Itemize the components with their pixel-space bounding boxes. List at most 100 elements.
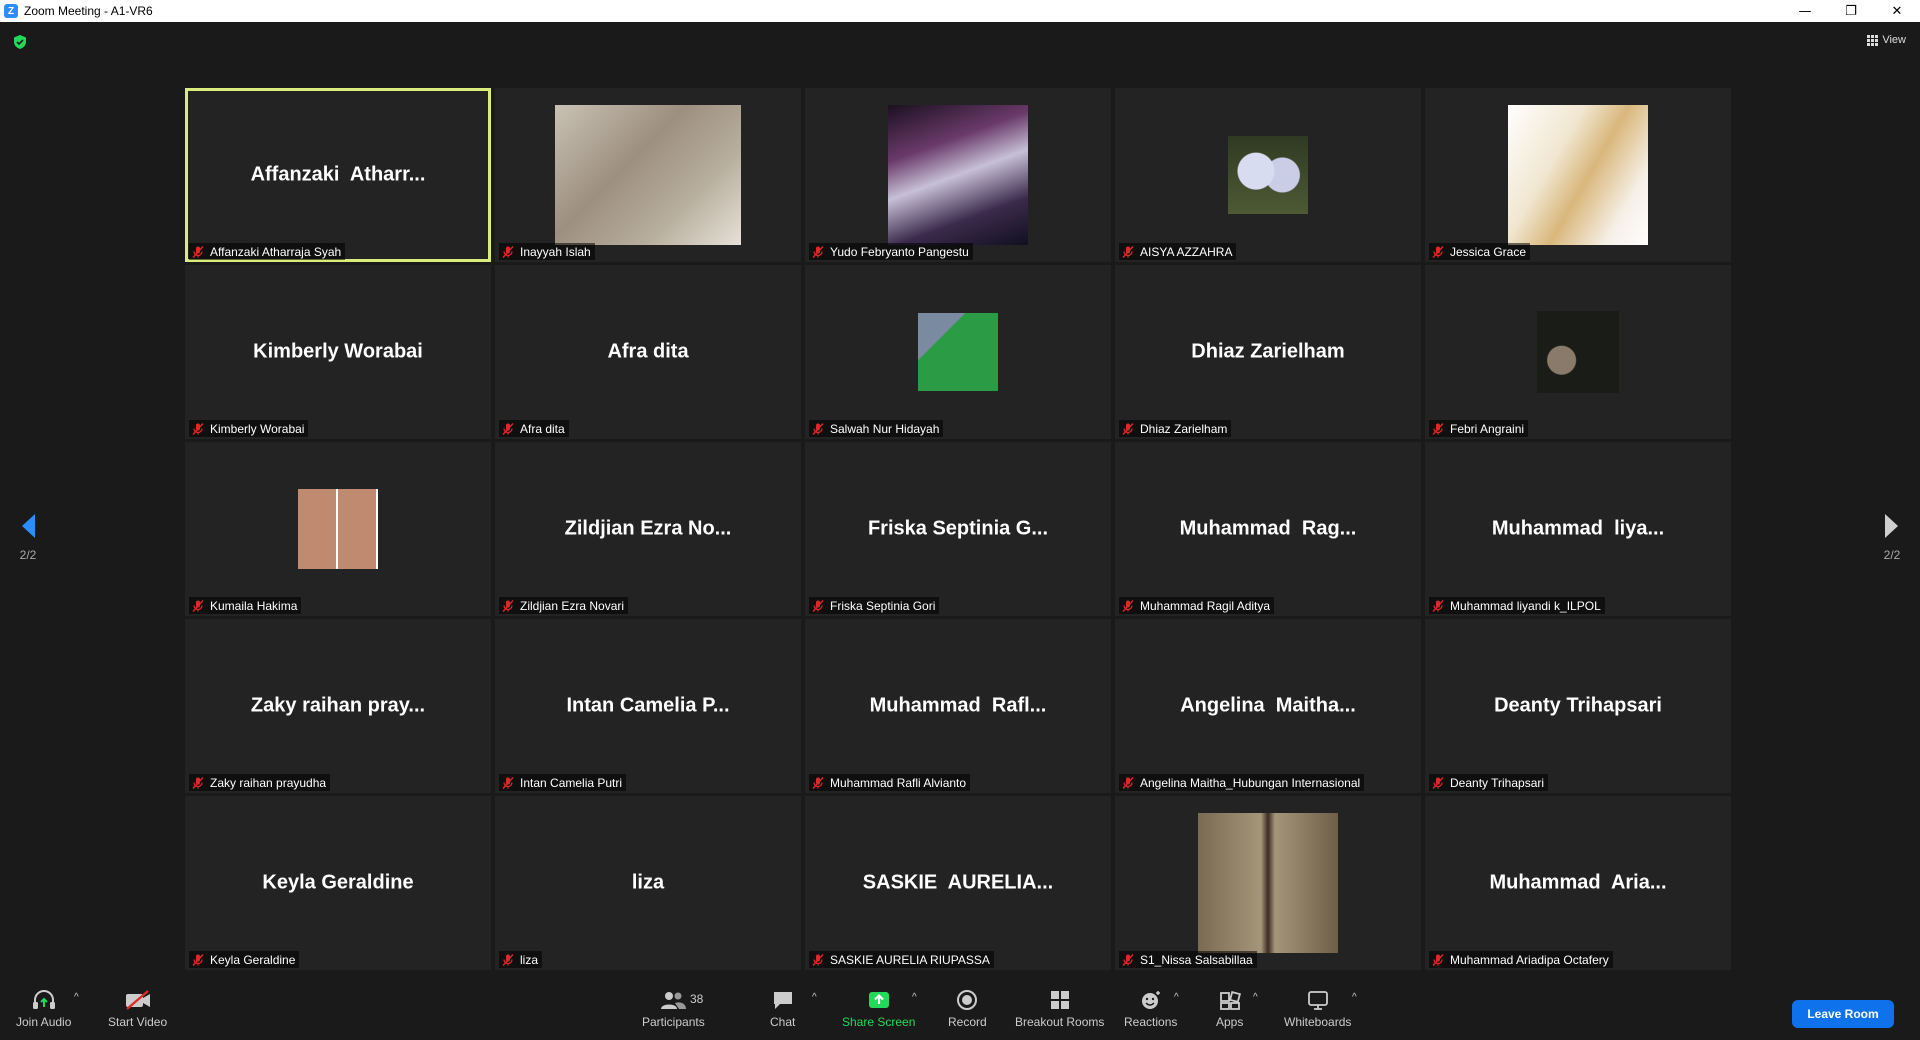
muted-mic-icon [1432,245,1444,258]
participant-name-label: Dhiaz Zarielham [1119,420,1232,437]
close-button[interactable]: ✕ [1874,0,1920,22]
window-titlebar: Z Zoom Meeting - A1-VR6 — ❐ ✕ [0,0,1920,22]
whiteboards-options-caret[interactable]: ^ [1352,992,1357,1003]
view-label: View [1882,34,1906,46]
participant-name: Muhammad Rafli Alvianto [830,775,967,790]
participant-name-label: Muhammad liyandi k_ILPOL [1429,597,1605,614]
breakout-rooms-button[interactable]: Breakout Rooms [1015,988,1104,1029]
participant-tile[interactable]: Kumaila Hakima [185,442,491,616]
whiteboards-button[interactable]: Whiteboards [1284,988,1351,1029]
meeting-toolbar: Join Audio ^ Start Video Participants 38… [0,978,1920,1040]
participant-name: Zildjian Ezra Novari [520,598,625,613]
view-button[interactable]: View [1867,34,1906,46]
participant-video [888,105,1028,245]
muted-mic-icon [192,599,204,612]
participant-name-label: liza [499,951,543,968]
muted-mic-icon [812,245,824,258]
participant-video [555,105,741,245]
muted-mic-icon [812,776,824,789]
audio-options-caret[interactable]: ^ [74,992,79,1003]
participant-tile[interactable]: AISYA AZZAHRA [1115,88,1421,262]
participant-name: Dhiaz Zarielham [1140,421,1228,436]
participant-display-name: Muhammad Rag... [1179,517,1357,540]
apps-options-caret[interactable]: ^ [1253,992,1258,1003]
chat-options-caret[interactable]: ^ [812,992,817,1003]
muted-mic-icon [1122,776,1134,789]
participant-name: Friska Septinia Gori [830,598,936,613]
participant-name: Febri Angraini [1450,421,1525,436]
participant-tile[interactable]: Angelina Maitha... Angelina Maitha_Hubung… [1115,619,1421,793]
participant-name-label: Angelina Maitha_Hubungan Internasional [1119,774,1365,791]
participant-name: Afra dita [520,421,565,436]
participant-tile[interactable]: liza liza [495,796,801,970]
participant-tile[interactable]: Zaky raihan pray... Zaky raihan prayudha [185,619,491,793]
window-controls: — ❐ ✕ [1782,0,1920,22]
participant-display-name: Afra dita [607,340,689,363]
participant-name-label: SASKIE AURELIA RIUPASSA [809,951,994,968]
muted-mic-icon [192,245,204,258]
participant-name-label: Muhammad Ragil Aditya [1119,597,1275,614]
reactions-smiley-icon [1141,991,1160,1009]
participants-count: 38 [690,992,704,1006]
next-page-button[interactable]: 2/2 [1872,512,1912,562]
participant-tile[interactable]: Jessica Grace [1425,88,1731,262]
participant-profile-photo [1508,105,1648,245]
participant-display-name: Intan Camelia P... [566,694,730,717]
participant-tile[interactable]: Zildjian Ezra No... Zildjian Ezra Novari [495,442,801,616]
participant-tile[interactable]: Inayyah Islah [495,88,801,262]
chat-button[interactable]: Chat [770,988,795,1029]
participant-name: Muhammad Ragil Aditya [1140,598,1271,613]
whiteboard-icon [1307,991,1328,1010]
muted-mic-icon [502,776,514,789]
participant-tile[interactable]: SASKIE AURELIA... SASKIE AURELIA RIUPASSA [805,796,1111,970]
participant-tile[interactable]: Muhammad Aria... Muhammad Ariadipa Octafe… [1425,796,1731,970]
muted-mic-icon [812,953,824,966]
headphones-icon [32,990,55,1009]
participant-tile[interactable]: Yudo Febryanto Pangestu [805,88,1111,262]
previous-page-button[interactable]: 2/2 [8,512,48,562]
participant-name: Angelina Maitha_Hubungan Internasional [1140,775,1361,790]
participant-tile[interactable]: Afra dita Afra dita [495,265,801,439]
reactions-options-caret[interactable]: ^ [1174,992,1179,1003]
participant-tile[interactable]: Affanzaki Atharr... Affanzaki Atharraja S… [185,88,491,262]
join-audio-button[interactable]: Join Audio [16,988,71,1029]
reactions-button[interactable]: Reactions [1124,988,1177,1029]
muted-mic-icon [1432,953,1444,966]
apps-button[interactable]: Apps [1216,988,1243,1029]
muted-mic-icon [1432,422,1444,435]
security-shield-icon[interactable] [12,34,28,50]
participant-tile[interactable]: Kimberly Worabai Kimberly Worabai [185,265,491,439]
participant-tile[interactable]: Deanty Trihapsari Deanty Trihapsari [1425,619,1731,793]
chat-bubble-icon [773,992,792,1009]
participant-tile[interactable]: Friska Septinia G... Friska Septinia Gori [805,442,1111,616]
muted-mic-icon [502,422,514,435]
muted-mic-icon [192,422,204,435]
participant-tile[interactable]: Keyla Geraldine Keyla Geraldine [185,796,491,970]
participant-tile[interactable]: Muhammad Rafl... Muhammad Rafli Alvianto [805,619,1111,793]
whiteboards-label: Whiteboards [1284,1015,1352,1029]
muted-mic-icon [502,599,514,612]
minimize-button[interactable]: — [1782,0,1828,22]
record-label: Record [948,1015,987,1029]
participant-tile[interactable]: Dhiaz Zarielham Dhiaz Zarielham [1115,265,1421,439]
participant-name: Inayyah Islah [520,244,591,259]
participant-display-name: liza [631,871,665,894]
participant-name-label: Affanzaki Atharraja Syah [189,243,346,260]
window-title: Zoom Meeting - A1-VR6 [24,4,153,18]
participant-profile-photo [1537,311,1619,393]
leave-room-button[interactable]: Leave Room [1792,1000,1894,1028]
participant-tile[interactable]: Febri Angraini [1425,265,1731,439]
start-video-button[interactable]: Start Video [108,988,167,1029]
participant-tile[interactable]: S1_Nissa Salsabillaa [1115,796,1421,970]
restore-button[interactable]: ❐ [1828,0,1874,22]
participant-tile[interactable]: Salwah Nur Hidayah [805,265,1111,439]
chat-label: Chat [770,1015,796,1029]
participant-tile[interactable]: Muhammad liya... Muhammad liyandi k_ILPOL [1425,442,1731,616]
participant-tile[interactable]: Muhammad Rag... Muhammad Ragil Aditya [1115,442,1421,616]
share-options-caret[interactable]: ^ [912,992,917,1003]
participant-name: Yudo Febryanto Pangestu [830,244,969,259]
record-button[interactable]: Record [948,988,987,1029]
share-screen-button[interactable]: Share Screen [842,988,915,1029]
participant-name-label: Febri Angraini [1429,420,1529,437]
participant-tile[interactable]: Intan Camelia P... Intan Camelia Putri [495,619,801,793]
